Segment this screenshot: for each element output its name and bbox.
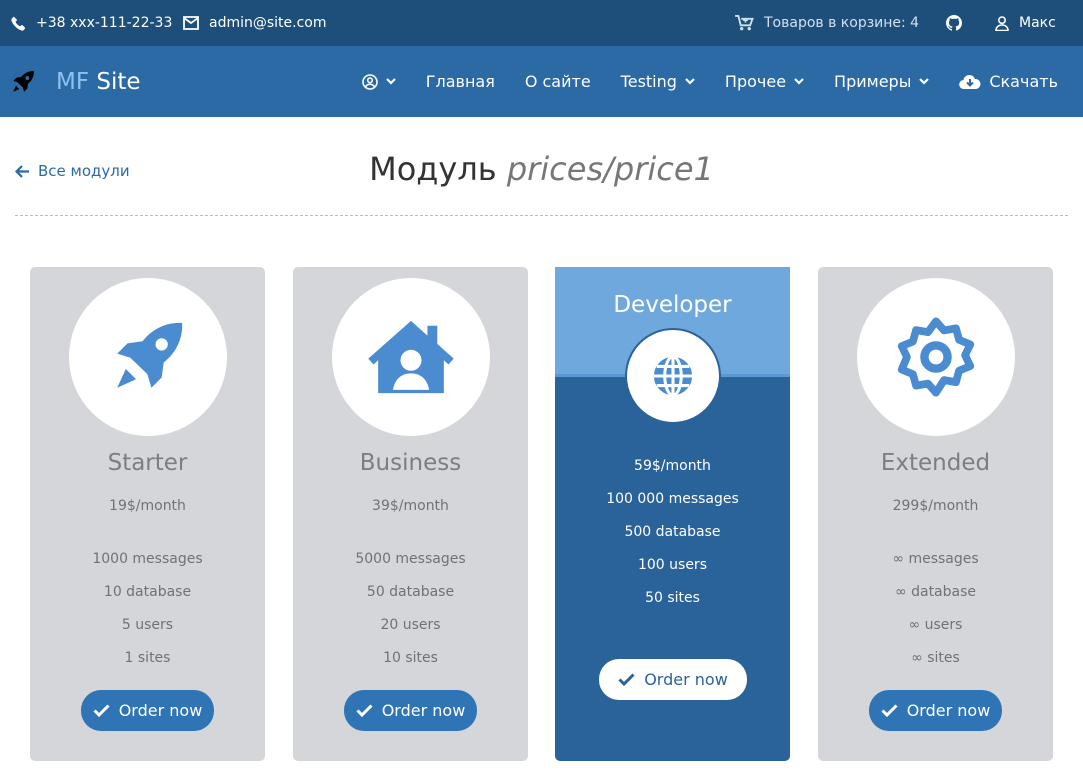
plan-name: Developer [613,292,732,318]
header-divider [15,215,1068,216]
page-title: Модуль prices/price1 [0,150,1083,188]
plan-card-business: Business 39$/month 5000 messages 50 data… [293,267,528,761]
order-now-label: Order now [381,701,466,720]
feature-users: 100 users [637,557,707,573]
nav-examples-label: Примеры [834,72,912,91]
order-now-label: Order now [906,701,991,720]
order-now-button-developer[interactable]: Order now [599,659,747,700]
feature-database: 500 database [624,524,721,540]
nav-testing-dropdown[interactable]: Testing [606,46,710,117]
email-address: admin@site.com [209,15,327,31]
phone-icon [11,16,26,31]
plan-price: 19$/month [109,498,186,514]
email-contact[interactable]: admin@site.com [183,0,327,46]
plan-card-starter: Starter 19$/month 1000 messages 10 datab… [30,267,265,761]
check-icon [356,704,373,717]
brand-site: Site [96,68,141,95]
phone-number: +38 xxx-111-22-33 [36,15,173,31]
brand-mf: MF [56,68,90,95]
order-now-button-starter[interactable]: Order now [81,690,214,731]
feature-sites: ∞ sites [911,650,960,666]
feature-users: ∞ users [908,617,963,633]
feature-messages: ∞ messages [892,551,979,567]
feature-sites: 50 sites [645,590,700,606]
user-icon [995,15,1009,31]
plan-features: 1000 messages 10 database 5 users 1 site… [30,548,265,680]
phone-contact[interactable]: +38 xxx-111-22-33 [11,0,172,46]
cart-count-text: Товаров в корзине: 4 [764,15,920,31]
order-now-label: Order now [644,670,728,689]
feature-users: 20 users [380,617,441,633]
plan-icon-circle [69,278,227,436]
nav-about-label: О сайте [524,72,591,91]
feature-messages: 5000 messages [355,551,466,567]
feature-sites: 10 sites [383,650,438,666]
plan-price: 59$/month [634,458,711,474]
rocket-logo-icon [13,70,34,92]
feature-messages: 100 000 messages [606,491,739,507]
chevron-down-icon [919,78,930,85]
envelope-icon [183,16,199,30]
plan-name: Business [359,450,462,476]
chevron-down-icon [385,78,396,85]
user-circle-icon [361,73,378,90]
plan-price: 299$/month [892,498,979,514]
order-now-button-extended[interactable]: Order now [869,690,1002,731]
rocket-icon [117,322,183,388]
user-menu[interactable]: Макс [995,0,1056,46]
feature-users: 5 users [121,617,174,633]
globe-icon [653,355,693,397]
plan-features: 5000 messages 50 database 20 users 10 si… [293,548,528,680]
nav-home[interactable]: Главная [411,46,510,117]
plan-features: 59$/month 100 000 messages 500 database … [555,455,790,620]
nav-testing-label: Testing [620,72,677,91]
plan-name: Extended [880,450,991,476]
github-link[interactable] [946,0,962,46]
feature-database: 10 database [103,584,192,600]
nav-home-label: Главная [425,72,495,91]
nav-other-label: Прочее [724,72,787,91]
plan-icon-circle [332,278,490,436]
nav-account-dropdown[interactable] [347,46,411,117]
plan-card-developer: Developer 59$/month 100 000 messages 500… [555,267,790,761]
page-title-module: prices/price1 [506,150,714,188]
order-now-label: Order now [118,701,203,720]
cart-link[interactable]: Товаров в корзине: 4 [735,0,919,46]
nav-download-label: Скачать [989,72,1058,91]
cloud-download-icon [959,74,981,89]
brand-logo[interactable]: MF Site [10,46,141,117]
chevron-down-icon [794,78,804,85]
plan-card-extended: Extended 299$/month ∞ messages ∞ databas… [818,267,1053,761]
plan-icon-circle [625,328,721,424]
page-title-prefix: Модуль [369,150,497,188]
nav-other-dropdown[interactable]: Прочее [710,46,819,117]
plan-icon-circle [857,278,1015,436]
feature-database: ∞ database [894,584,977,600]
top-bar: +38 xxx-111-22-33 admin@site.com Товаров… [0,0,1083,46]
nav-examples-dropdown[interactable]: Примеры [819,46,944,117]
check-icon [618,673,635,686]
cart-icon [735,15,754,31]
plan-features: ∞ messages ∞ database ∞ users ∞ sites [818,548,1053,680]
nav-menu: Главная О сайте Testing Прочее Примеры С… [347,46,1083,117]
github-icon [946,15,962,31]
user-name: Макс [1019,15,1056,31]
gear-icon [897,317,975,397]
chevron-down-icon [685,78,695,85]
nav-about[interactable]: О сайте [510,46,606,117]
feature-sites: 1 sites [124,650,171,666]
nav-download[interactable]: Скачать [944,46,1083,117]
plan-name: Starter [107,450,188,476]
check-icon [93,704,110,717]
order-now-button-business[interactable]: Order now [344,690,477,731]
main-navbar: MF Site Главная О сайте Testing Прочее П… [0,46,1083,117]
brand-name: MF Site [56,69,141,95]
home-user-icon [368,320,454,394]
feature-database: 50 database [366,584,455,600]
plan-price: 39$/month [372,498,449,514]
check-icon [881,704,898,717]
feature-messages: 1000 messages [92,551,203,567]
